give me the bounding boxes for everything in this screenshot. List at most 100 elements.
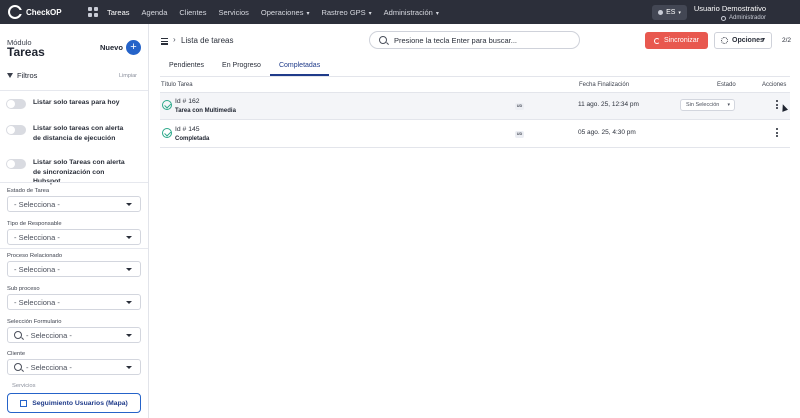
table-row[interactable]: Id # 145 Completada UD 05 ago. 25, 4:30 … bbox=[160, 121, 790, 148]
nav-item-servicios[interactable]: Servicios bbox=[218, 8, 248, 17]
end-date: 05 ago. 25, 4:30 pm bbox=[578, 129, 636, 136]
chevron-down-icon: ▾ bbox=[435, 10, 439, 17]
search-icon bbox=[14, 330, 22, 339]
filter-proceso-relacionado: Proceso Relacionado - Selecciona - bbox=[7, 253, 141, 277]
gear-icon bbox=[721, 37, 728, 44]
partial-field-label: Servicios bbox=[12, 383, 36, 389]
map-pin-icon bbox=[20, 399, 28, 407]
filter-estado-tarea: Estado de Tarea - Selecciona - bbox=[7, 188, 141, 212]
toggle-label: Listar solo tareas con alerta de distanc… bbox=[33, 125, 124, 142]
toggle-label: Listar solo tareas para hoy bbox=[33, 99, 120, 106]
column-header-end-date: Fecha Finalización bbox=[579, 82, 630, 88]
filter-seleccion-formulario: Selección Formulario - Selecciona - bbox=[7, 319, 141, 343]
user-menu[interactable]: Usuario Demostrativo Administrador bbox=[694, 4, 766, 21]
module-title: Tareas bbox=[7, 45, 45, 59]
chevron-down-icon: ▾ bbox=[306, 10, 310, 17]
search-icon bbox=[379, 35, 387, 44]
toggle-distance-alert[interactable]: Listar solo tareas con alerta de distanc… bbox=[6, 124, 133, 143]
user-name: Usuario Demostrativo bbox=[693, 4, 766, 13]
toggle-today[interactable]: Listar solo tareas para hoy bbox=[6, 98, 133, 109]
toggle-switch[interactable] bbox=[6, 99, 26, 109]
add-task-button[interactable]: + bbox=[126, 40, 141, 55]
check-circle-icon bbox=[162, 128, 172, 138]
caret-down-icon bbox=[126, 301, 132, 304]
search-icon bbox=[14, 362, 22, 371]
mouse-pointer-icon bbox=[779, 103, 789, 112]
status-tabs: Pendientes En Progreso Completadas bbox=[160, 58, 330, 76]
column-header-title: Título Tarea bbox=[161, 82, 193, 88]
divider bbox=[0, 182, 148, 183]
caret-down-icon bbox=[126, 268, 132, 271]
main-content: › Lista de tareas Presione la tecla Ente… bbox=[150, 24, 800, 418]
task-title: Completada bbox=[175, 136, 210, 142]
chevron-right-icon: › bbox=[173, 35, 176, 44]
chevron-down-icon: ▾ bbox=[761, 37, 765, 43]
chevron-down-icon: ▾ bbox=[368, 10, 372, 17]
filter-cliente: Cliente - Selecciona - bbox=[7, 351, 141, 375]
estado-tarea-select[interactable]: - Selecciona - bbox=[7, 196, 141, 212]
page-indicator: 2/2 bbox=[782, 37, 792, 44]
globe-icon bbox=[658, 10, 664, 15]
status-circle-icon bbox=[720, 15, 726, 21]
sub-proceso-select[interactable]: - Selecciona - bbox=[7, 294, 141, 310]
filter-sub-proceso: Sub proceso - Selecciona - bbox=[7, 286, 141, 310]
task-id: Id # 145 bbox=[175, 126, 200, 133]
filter-tipo-responsable: Tipo de Responsable - Selecciona - bbox=[7, 221, 141, 245]
status-select[interactable]: Sin Selección ▾ bbox=[680, 99, 735, 111]
search-input[interactable]: Presione la tecla Enter para buscar... bbox=[369, 31, 580, 49]
task-id: Id # 162 bbox=[175, 98, 200, 105]
nav-item-tareas[interactable]: Tareas bbox=[107, 8, 130, 17]
divider bbox=[0, 90, 148, 91]
table-row[interactable]: Id # 162 Tarea con Multimedia UD 11 ago.… bbox=[160, 93, 790, 120]
clear-filters-link[interactable]: Limpiar bbox=[119, 73, 137, 79]
filter-icon bbox=[7, 72, 13, 79]
nav-item-clientes[interactable]: Clientes bbox=[179, 8, 206, 17]
chevron-down-icon: ▾ bbox=[727, 102, 730, 108]
language-selector[interactable]: ES ▾ bbox=[652, 5, 687, 20]
options-button[interactable]: Opciones ▾ bbox=[714, 32, 772, 49]
apps-grid-icon[interactable] bbox=[88, 7, 98, 17]
task-title: Tarea con Multimedia bbox=[175, 108, 236, 114]
user-badge: UD bbox=[515, 131, 524, 138]
tab-completadas[interactable]: Completadas bbox=[269, 58, 330, 76]
tipo-responsable-select[interactable]: - Selecciona - bbox=[7, 229, 141, 245]
caret-down-icon bbox=[126, 236, 132, 239]
user-badge: UD bbox=[515, 103, 524, 110]
divider bbox=[0, 248, 148, 249]
brand-name: CheckOP bbox=[26, 7, 62, 17]
checkop-logo-icon bbox=[8, 5, 23, 19]
breadcrumb: Lista de tareas bbox=[181, 36, 234, 45]
cliente-select[interactable]: - Selecciona - bbox=[7, 359, 141, 375]
user-role: Administrador bbox=[694, 15, 766, 21]
toggle-switch[interactable] bbox=[6, 159, 26, 169]
toggle-switch[interactable] bbox=[6, 125, 26, 135]
new-label[interactable]: Nuevo bbox=[100, 43, 123, 52]
filters-header: Filtros Limpiar bbox=[7, 71, 137, 80]
nav-item-rastreo-gps[interactable]: Rastreo GPS ▾ bbox=[321, 8, 371, 17]
tab-en-progreso[interactable]: En Progreso bbox=[213, 58, 270, 76]
caret-down-icon bbox=[126, 366, 132, 369]
divider bbox=[160, 76, 790, 77]
user-tracking-map-button[interactable]: Seguimiento Usuarios (Mapa) bbox=[7, 393, 141, 413]
formulario-select[interactable]: - Selecciona - bbox=[7, 327, 141, 343]
menu-icon[interactable] bbox=[161, 38, 168, 46]
language-code: ES bbox=[666, 9, 676, 16]
brand[interactable]: CheckOP bbox=[8, 5, 80, 19]
nav-item-operaciones[interactable]: Operaciones ▾ bbox=[261, 8, 310, 17]
end-date: 11 ago. 25, 12:34 pm bbox=[578, 101, 639, 108]
caret-down-icon bbox=[126, 334, 132, 337]
caret-down-icon bbox=[126, 203, 132, 206]
sync-button[interactable]: Sincronizar bbox=[645, 32, 708, 49]
filters-label: Filtros bbox=[17, 71, 38, 80]
check-circle-icon bbox=[162, 100, 172, 110]
search-placeholder: Presione la tecla Enter para buscar... bbox=[394, 35, 517, 45]
chevron-down-icon: ▾ bbox=[678, 9, 681, 16]
more-actions-icon[interactable] bbox=[776, 128, 780, 139]
top-navbar: CheckOP Tareas Agenda Clientes Servicios… bbox=[0, 0, 800, 24]
filters-sidebar: Módulo Tareas Nuevo + Filtros Limpiar Li… bbox=[0, 24, 149, 418]
nav-item-administracion[interactable]: Administración ▾ bbox=[384, 8, 439, 17]
nav-item-agenda[interactable]: Agenda bbox=[142, 8, 168, 17]
proceso-relacionado-select[interactable]: - Selecciona - bbox=[7, 261, 141, 277]
tab-pendientes[interactable]: Pendientes bbox=[160, 58, 213, 76]
column-header-actions: Acciones bbox=[762, 82, 787, 88]
